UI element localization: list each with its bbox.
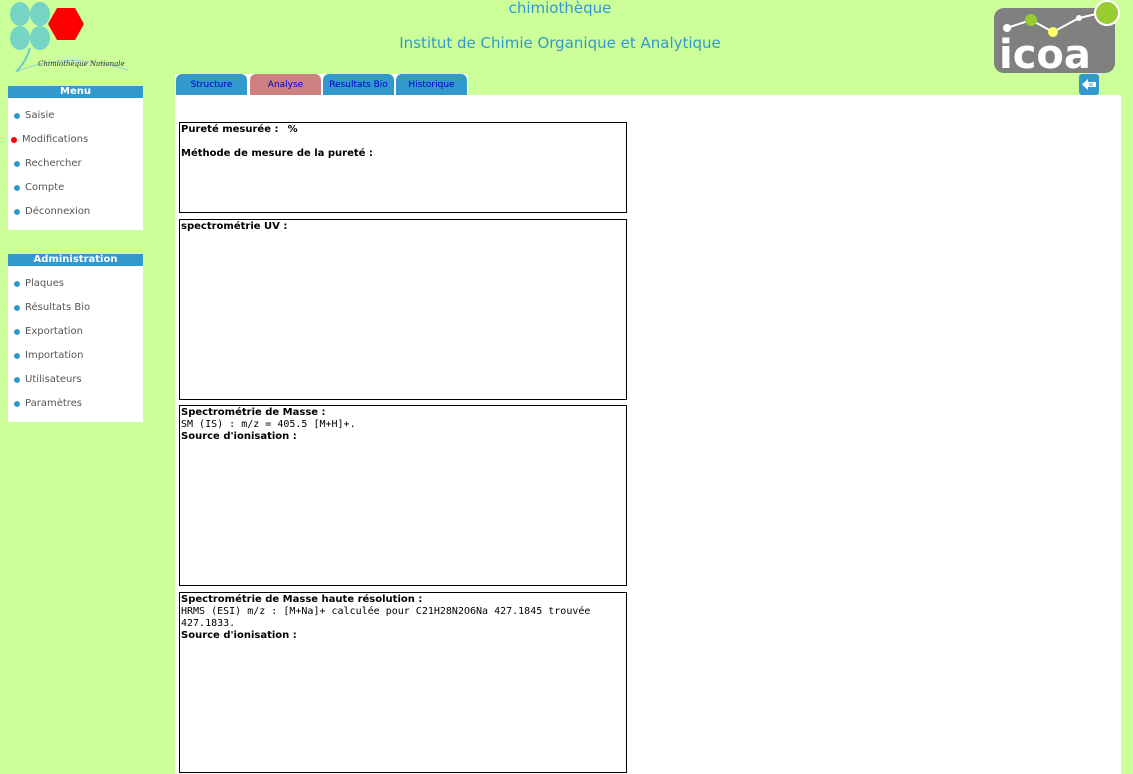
institute-title: Institut de Chimie Organique et Analytiq… [399,34,721,52]
bullet-icon [14,161,20,167]
mass-spec-label: Spectrométrie de Masse : [181,407,326,418]
sidebar-item-label: Paramètres [25,398,83,409]
purity-label: Pureté mesurée : [181,124,279,135]
uv-box: spectrométrie UV : [179,219,627,400]
hrms-label: Spectrométrie de Masse haute résolution … [181,594,423,605]
active-bullet-icon [11,137,17,143]
administration-panel-title: Administration [8,254,143,266]
bullet-icon [14,329,20,335]
app-title: chimiothèque [508,0,612,17]
bullet-icon [14,281,20,287]
tab-historique[interactable]: Historique [396,74,467,95]
sidebar-item-modifications[interactable]: Modifications [8,128,143,152]
purity-unit: % [287,124,298,135]
sidebar-item-label: Exportation [25,326,84,337]
sidebar-item-importation[interactable]: Importation [8,344,143,368]
bullet-icon [14,185,20,191]
sidebar-item-label: Déconnexion [25,206,91,217]
mass-spec-source-label: Source d'ionisation : [181,431,297,442]
administration-panel: Administration Plaques Résultats Bio Exp… [8,254,143,422]
back-button[interactable] [1079,74,1099,95]
sidebar-item-resultats-bio[interactable]: Résultats Bio [8,296,143,320]
sidebar-item-utilisateurs[interactable]: Utilisateurs [8,368,143,392]
sidebar-item-exportation[interactable]: Exportation [8,320,143,344]
sidebar-item-compte[interactable]: Compte [8,176,143,200]
hrms-value-line1: HRMS (ESI) m/z : [M+Na]+ calculée pour C… [181,606,591,617]
svg-text:icoa: icoa [999,32,1091,74]
sidebar-item-saisie[interactable]: Saisie [8,104,143,128]
sidebar-item-label: Saisie [25,110,55,121]
sidebar-item-label: Compte [25,182,65,193]
sidebar-item-label: Modifications [22,134,89,145]
mass-spec-value: SM (IS) : m/z = 405.5 [M+H]+. [181,419,356,430]
bullet-icon [14,353,20,359]
sidebar-item-label: Utilisateurs [25,374,82,385]
purity-box: Pureté mesurée : % Méthode de mesure de … [179,122,627,213]
bullet-icon [14,377,20,383]
sidebar-item-rechercher[interactable]: Rechercher [8,152,143,176]
uv-label: spectrométrie UV : [181,221,288,232]
hrms-source-label: Source d'ionisation : [181,630,297,641]
mass-spec-box: Spectrométrie de Masse : SM (IS) : m/z =… [179,405,627,586]
tab-structure[interactable]: Structure [176,74,247,95]
tab-strip-background [468,74,1121,95]
hrms-value-line2: 427.1833. [181,618,236,629]
sidebar-item-plaques[interactable]: Plaques [8,272,143,296]
bullet-icon [14,401,20,407]
bullet-icon [14,209,20,215]
sidebar-item-label: Plaques [25,278,64,289]
tab-analyse[interactable]: Analyse [250,74,321,95]
menu-panel-title: Menu [8,86,143,98]
logo-caption: Chimiothèque Nationale [38,60,125,68]
sidebar-item-label: Résultats Bio [25,302,91,313]
icoa-logo: icoa [993,0,1123,78]
tab-resultats-bio[interactable]: Resultats Bio [323,74,394,95]
bullet-icon [14,305,20,311]
sidebar-item-label: Importation [25,350,84,361]
purity-method-label: Méthode de mesure de la pureté : [181,148,373,159]
sidebar-item-deconnexion[interactable]: Déconnexion [8,200,143,224]
bullet-icon [14,113,20,119]
menu-panel: Menu Saisie Modifications Rechercher Com… [8,86,143,230]
sidebar-item-parametres[interactable]: Paramètres [8,392,143,416]
sidebar-item-label: Rechercher [25,158,82,169]
hrms-box: Spectrométrie de Masse haute résolution … [179,592,627,773]
back-arrow-icon [1082,79,1096,90]
